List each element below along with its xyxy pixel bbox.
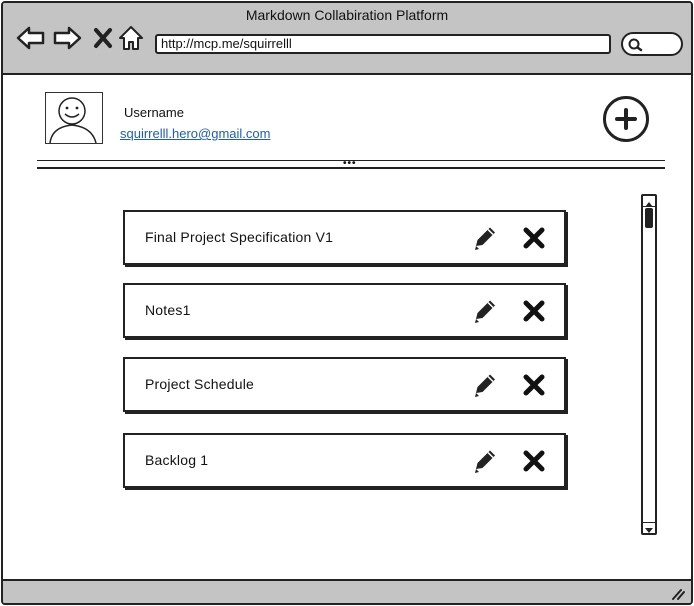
username-label: Username bbox=[124, 105, 184, 120]
x-icon[interactable] bbox=[521, 298, 547, 324]
browser-window: Markdown Collabiration Platform http://m… bbox=[1, 1, 693, 605]
search-input[interactable] bbox=[621, 32, 683, 56]
document-item[interactable]: Final Project Specification V1 bbox=[123, 210, 566, 265]
user-email-link[interactable]: squirrelll.hero@gmail.com bbox=[120, 126, 270, 141]
document-title: Final Project Specification V1 bbox=[145, 229, 334, 245]
document-item[interactable]: Notes1 bbox=[123, 283, 566, 338]
search-icon bbox=[628, 38, 643, 52]
pencil-icon[interactable] bbox=[470, 446, 500, 476]
plus-icon bbox=[615, 108, 637, 130]
home-icon[interactable] bbox=[115, 23, 147, 53]
status-bar bbox=[3, 579, 691, 603]
document-item[interactable]: Project Schedule bbox=[123, 357, 566, 412]
document-title: Backlog 1 bbox=[145, 452, 209, 468]
x-icon[interactable] bbox=[521, 372, 547, 398]
document-title: Notes1 bbox=[145, 302, 191, 318]
back-icon[interactable] bbox=[15, 23, 47, 53]
x-icon[interactable] bbox=[521, 225, 547, 251]
x-icon[interactable] bbox=[521, 448, 547, 474]
url-input[interactable]: http://mcp.me/squirrelll bbox=[155, 34, 611, 54]
document-item[interactable]: Backlog 1 bbox=[123, 433, 566, 488]
pencil-icon[interactable] bbox=[470, 223, 500, 253]
scroll-down-arrow-icon[interactable] bbox=[643, 522, 655, 533]
document-title: Project Schedule bbox=[145, 376, 255, 392]
window-title: Markdown Collabiration Platform bbox=[245, 7, 449, 23]
browser-toolbar: Markdown Collabiration Platform http://m… bbox=[3, 3, 691, 75]
pencil-icon[interactable] bbox=[470, 296, 500, 326]
pencil-icon[interactable] bbox=[470, 370, 500, 400]
avatar bbox=[45, 92, 103, 144]
vertical-scrollbar[interactable] bbox=[641, 194, 657, 535]
header-divider-bottom bbox=[37, 167, 665, 169]
resize-grip-icon[interactable] bbox=[671, 587, 685, 603]
scrollbar-thumb[interactable] bbox=[645, 208, 653, 228]
scroll-up-arrow-icon[interactable] bbox=[643, 196, 655, 207]
add-document-button[interactable] bbox=[603, 96, 649, 142]
user-avatar-icon bbox=[49, 97, 97, 144]
forward-icon[interactable] bbox=[51, 23, 83, 53]
